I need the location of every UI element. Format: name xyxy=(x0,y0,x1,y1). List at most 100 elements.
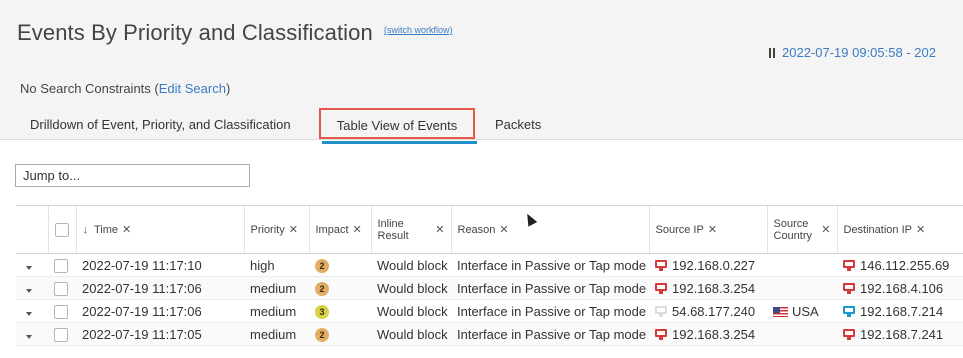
column-label-inline[interactable]: Inline xyxy=(378,218,409,230)
row-checkbox[interactable] xyxy=(54,304,68,319)
close-icon[interactable]: ✕ xyxy=(435,223,444,236)
chevron-down-icon[interactable] xyxy=(26,311,32,316)
switch-workflow-link[interactable]: (switch workflow) xyxy=(384,25,453,35)
destination-ip-text[interactable]: 146.112.255.69 xyxy=(860,258,949,273)
monitor-icon[interactable] xyxy=(843,259,855,271)
select-cell[interactable] xyxy=(48,253,76,277)
edit-search-link[interactable]: Edit Search xyxy=(159,81,226,96)
table-row[interactable]: 2022-07-19 11:17:06 medium 3 Would block… xyxy=(16,299,963,323)
time-range[interactable]: 2022-07-19 09:05:58 - 202 xyxy=(769,45,936,60)
close-icon[interactable]: ✕ xyxy=(821,223,830,236)
column-label-priority[interactable]: Priority xyxy=(251,224,285,236)
time-cell[interactable]: 2022-07-19 11:17:06 xyxy=(76,276,244,300)
expand-cell[interactable] xyxy=(16,322,48,346)
table-row[interactable]: 2022-07-19 11:17:06 medium 2 Would block… xyxy=(16,276,963,300)
column-label-reason[interactable]: Reason xyxy=(458,224,496,236)
source-ip-cell[interactable]: 192.168.3.254 xyxy=(649,276,767,300)
monitor-icon[interactable] xyxy=(843,282,855,294)
source-country-cell[interactable] xyxy=(767,322,837,346)
monitor-icon[interactable] xyxy=(843,305,855,317)
monitor-icon[interactable] xyxy=(655,305,667,317)
column-header-reason[interactable]: Reason ✕ xyxy=(450,205,649,254)
select-cell[interactable] xyxy=(48,299,76,323)
close-icon[interactable]: ✕ xyxy=(916,224,925,236)
select-cell[interactable] xyxy=(48,322,76,346)
source-country-text[interactable]: USA xyxy=(792,304,819,319)
column-header-destination-ip[interactable]: Destination IP ✕ xyxy=(836,205,963,254)
select-all-header[interactable] xyxy=(47,205,76,254)
expand-cell[interactable] xyxy=(16,253,48,277)
impact-badge[interactable]: 2 xyxy=(315,259,329,273)
source-country-cell[interactable] xyxy=(767,276,837,300)
column-header-source-country[interactable]: Source Country ✕ xyxy=(766,205,837,254)
tab-drilldown[interactable]: Drilldown of Event, Priority, and Classi… xyxy=(30,110,291,140)
time-cell[interactable]: 2022-07-19 11:17:06 xyxy=(76,299,244,323)
time-range-text[interactable]: 2022-07-19 09:05:58 - 202 xyxy=(782,45,936,60)
priority-cell[interactable]: medium xyxy=(244,299,309,323)
sort-descending-icon[interactable]: ↓ xyxy=(83,224,89,236)
source-country-cell[interactable]: USA xyxy=(767,299,837,323)
select-all-checkbox[interactable] xyxy=(54,222,69,237)
chevron-down-icon[interactable] xyxy=(26,288,32,293)
close-icon[interactable]: ✕ xyxy=(499,224,508,236)
column-header-impact[interactable]: Impact ✕ xyxy=(308,205,371,254)
column-header-source-ip[interactable]: Source IP ✕ xyxy=(648,205,767,254)
destination-ip-cell[interactable]: 146.112.255.69 xyxy=(837,253,963,277)
inline-result-cell[interactable]: Would block xyxy=(371,276,451,300)
monitor-icon[interactable] xyxy=(655,328,667,340)
tab-table-view[interactable]: Table View of Events xyxy=(319,108,475,139)
impact-cell[interactable]: 2 xyxy=(309,276,371,300)
column-label-source-ip[interactable]: Source IP xyxy=(656,224,704,236)
table-row[interactable]: 2022-07-19 11:17:10 high 2 Would block I… xyxy=(16,253,963,277)
source-ip-text[interactable]: 54.68.177.240 xyxy=(672,304,755,319)
destination-ip-cell[interactable]: 192.168.7.241 xyxy=(837,322,963,346)
impact-badge[interactable]: 3 xyxy=(315,305,329,319)
row-checkbox[interactable] xyxy=(54,258,68,273)
column-header-time[interactable]: ↓ Time ✕ xyxy=(75,205,244,254)
table-row[interactable]: 2022-07-19 11:17:05 medium 2 Would block… xyxy=(16,322,963,346)
close-icon[interactable]: ✕ xyxy=(289,224,298,236)
source-ip-cell[interactable]: 54.68.177.240 xyxy=(649,299,767,323)
impact-cell[interactable]: 3 xyxy=(309,299,371,323)
close-icon[interactable]: ✕ xyxy=(122,224,131,236)
impact-badge[interactable]: 2 xyxy=(315,328,329,342)
inline-result-cell[interactable]: Would block xyxy=(371,322,451,346)
select-cell[interactable] xyxy=(48,276,76,300)
destination-ip-text[interactable]: 192.168.7.214 xyxy=(860,304,943,319)
impact-badge[interactable]: 2 xyxy=(315,282,329,296)
reason-cell[interactable]: Interface in Passive or Tap mode xyxy=(451,299,649,323)
destination-ip-cell[interactable]: 192.168.7.214 xyxy=(837,299,963,323)
column-header-priority[interactable]: Priority ✕ xyxy=(243,205,309,254)
source-ip-text[interactable]: 192.168.3.254 xyxy=(672,327,755,342)
inline-result-cell[interactable]: Would block xyxy=(371,299,451,323)
column-label-result[interactable]: Result xyxy=(378,230,409,242)
close-icon[interactable]: ✕ xyxy=(708,224,717,236)
tab-packets[interactable]: Packets xyxy=(495,110,541,140)
row-checkbox[interactable] xyxy=(54,281,68,296)
impact-cell[interactable]: 2 xyxy=(309,253,371,277)
column-label-country[interactable]: Country xyxy=(774,230,813,242)
chevron-down-icon[interactable] xyxy=(26,334,32,339)
row-checkbox[interactable] xyxy=(54,327,68,342)
monitor-icon[interactable] xyxy=(843,328,855,340)
source-ip-cell[interactable]: 192.168.3.254 xyxy=(649,322,767,346)
inline-result-cell[interactable]: Would block xyxy=(371,253,451,277)
expand-cell[interactable] xyxy=(16,299,48,323)
column-label-source[interactable]: Source xyxy=(774,218,813,230)
reason-cell[interactable]: Interface in Passive or Tap mode xyxy=(451,253,649,277)
impact-cell[interactable]: 2 xyxy=(309,322,371,346)
reason-cell[interactable]: Interface in Passive or Tap mode xyxy=(451,322,649,346)
reason-cell[interactable]: Interface in Passive or Tap mode xyxy=(451,276,649,300)
source-ip-text[interactable]: 192.168.3.254 xyxy=(672,281,755,296)
priority-cell[interactable]: medium xyxy=(244,322,309,346)
monitor-icon[interactable] xyxy=(655,282,667,294)
column-label-destination-ip[interactable]: Destination IP xyxy=(844,224,912,236)
destination-ip-text[interactable]: 192.168.7.241 xyxy=(860,327,943,342)
time-cell[interactable]: 2022-07-19 11:17:05 xyxy=(76,322,244,346)
priority-cell[interactable]: medium xyxy=(244,276,309,300)
column-label-time[interactable]: Time xyxy=(94,224,118,236)
source-country-cell[interactable] xyxy=(767,253,837,277)
source-ip-text[interactable]: 192.168.0.227 xyxy=(672,258,755,273)
column-label-impact[interactable]: Impact xyxy=(316,224,349,236)
time-cell[interactable]: 2022-07-19 11:17:10 xyxy=(76,253,244,277)
